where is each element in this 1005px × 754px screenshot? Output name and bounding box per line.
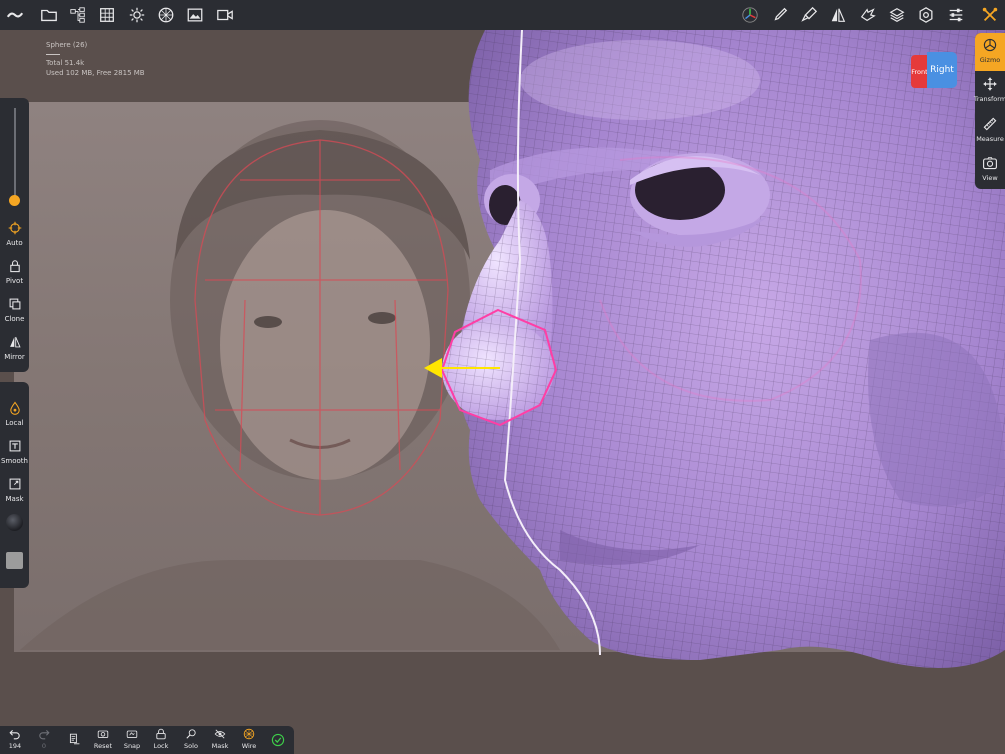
light-icon[interactable] bbox=[124, 3, 150, 27]
redo-count: 0 bbox=[41, 742, 47, 750]
solo-button[interactable]: Solo bbox=[177, 728, 205, 754]
reset-button[interactable]: Reset bbox=[89, 728, 117, 754]
tool-transform[interactable]: Transform bbox=[973, 72, 1005, 110]
undo-count: 194 bbox=[8, 742, 22, 750]
mirror-icon bbox=[9, 336, 21, 348]
wireframe-ball-icon bbox=[243, 728, 255, 740]
gizmo-icon bbox=[983, 38, 997, 52]
stats-memory: Used 102 MB, Free 2815 MB bbox=[46, 69, 145, 77]
color-swatch[interactable] bbox=[6, 552, 23, 569]
tool-clone-label: Clone bbox=[4, 315, 25, 323]
smooth-icon bbox=[9, 440, 20, 452]
bottom-toolbar: 194 0 Reset Snap Lock Solo Mask Wire bbox=[0, 726, 294, 754]
navigation-gizmo-icon[interactable] bbox=[737, 3, 763, 27]
background-icon[interactable] bbox=[182, 3, 208, 27]
camera-icon[interactable] bbox=[212, 3, 238, 27]
ruler-icon bbox=[983, 117, 997, 131]
tool-mirror-label: Mirror bbox=[4, 353, 25, 361]
check-circle-icon bbox=[271, 733, 285, 747]
redo-icon bbox=[39, 730, 50, 740]
radius-slider-knob[interactable] bbox=[9, 195, 20, 206]
camera-view-icon bbox=[983, 157, 997, 170]
layers-icon[interactable] bbox=[884, 3, 910, 27]
move-arrows-icon bbox=[983, 77, 997, 91]
lock-icon bbox=[9, 260, 20, 273]
stats-divider bbox=[46, 53, 60, 55]
tools-icon[interactable] bbox=[977, 3, 1003, 27]
snap-icon bbox=[126, 730, 138, 739]
tool-local-label: Local bbox=[5, 419, 24, 427]
mesh-stack-button[interactable] bbox=[60, 728, 88, 754]
3d-viewport[interactable]: Sphere (26) Total 51.4k Used 102 MB, Fre… bbox=[0, 30, 1005, 754]
mask-label: Mask bbox=[211, 742, 229, 750]
top-toolbar bbox=[0, 0, 1005, 30]
settings-icon[interactable] bbox=[913, 3, 939, 27]
scene-stats: Sphere (26) Total 51.4k Used 102 MB, Fre… bbox=[46, 40, 145, 79]
tool-smooth[interactable]: Smooth bbox=[0, 436, 29, 472]
tool-measure[interactable]: Measure bbox=[975, 112, 1005, 150]
hand-icon[interactable] bbox=[855, 3, 881, 27]
drop-icon bbox=[9, 401, 20, 415]
magnifier-icon bbox=[186, 729, 196, 739]
solo-label: Solo bbox=[184, 742, 198, 750]
menu-wave-icon[interactable] bbox=[2, 3, 28, 27]
tool-gizmo-label: Gizmo bbox=[979, 56, 1001, 64]
reset-label: Reset bbox=[93, 742, 113, 750]
view-cube-right[interactable]: Right bbox=[927, 52, 957, 88]
mask-button[interactable]: Mask bbox=[206, 728, 234, 754]
tool-view-label: View bbox=[982, 174, 998, 182]
left-toolbar-bottom: Local Smooth Mask bbox=[0, 382, 29, 588]
symmetry-icon[interactable] bbox=[825, 3, 851, 27]
wire-button[interactable]: Wire bbox=[235, 728, 263, 754]
material-ball[interactable] bbox=[6, 514, 23, 531]
material-icon[interactable] bbox=[153, 3, 179, 27]
tool-smooth-label: Smooth bbox=[0, 457, 28, 465]
left-toolbar-top: Auto Pivot Clone Mirror bbox=[0, 98, 29, 372]
mask-icon bbox=[9, 478, 20, 490]
snap-button[interactable]: Snap bbox=[118, 728, 146, 754]
sliders-icon[interactable] bbox=[943, 3, 969, 27]
clone-icon bbox=[9, 298, 20, 310]
tool-pivot-label: Pivot bbox=[5, 277, 24, 285]
redo-button[interactable]: 0 bbox=[30, 728, 58, 754]
tool-mirror[interactable]: Mirror bbox=[0, 332, 29, 368]
lock-label: Lock bbox=[153, 742, 169, 750]
tool-pivot[interactable]: Pivot bbox=[0, 256, 29, 292]
folder-icon[interactable] bbox=[36, 3, 62, 27]
view-cube-front[interactable]: Front bbox=[911, 55, 928, 88]
confirm-button[interactable] bbox=[264, 728, 292, 754]
scene-tree-icon[interactable] bbox=[65, 3, 91, 27]
snap-label: Snap bbox=[123, 742, 141, 750]
lock-icon bbox=[156, 728, 166, 740]
undo-icon bbox=[9, 730, 20, 740]
document-icon bbox=[69, 733, 80, 745]
tool-local[interactable]: Local bbox=[0, 398, 29, 434]
grid-icon[interactable] bbox=[94, 3, 120, 27]
paint-icon[interactable] bbox=[796, 3, 822, 27]
undo-button[interactable]: 194 bbox=[1, 728, 29, 754]
tool-view[interactable]: View bbox=[975, 151, 1005, 189]
reset-icon bbox=[97, 730, 109, 739]
tool-auto[interactable]: Auto bbox=[0, 218, 29, 254]
view-cube[interactable]: Front Right bbox=[911, 52, 957, 90]
tool-transform-label: Transform bbox=[973, 95, 1005, 103]
tool-measure-label: Measure bbox=[976, 135, 1004, 143]
tool-mask[interactable]: Mask bbox=[0, 474, 29, 510]
tool-gizmo[interactable]: Gizmo bbox=[975, 33, 1005, 71]
brush-icon[interactable] bbox=[767, 3, 793, 27]
tool-auto-label: Auto bbox=[6, 239, 23, 247]
sculpt-scene bbox=[20, 30, 1005, 668]
radius-slider-track[interactable] bbox=[14, 108, 16, 202]
wire-label: Wire bbox=[241, 742, 257, 750]
tool-clone[interactable]: Clone bbox=[0, 294, 29, 330]
crosshair-icon bbox=[8, 221, 21, 235]
eye-hidden-icon bbox=[214, 729, 226, 739]
stats-total: Total 51.4k bbox=[46, 58, 85, 67]
tool-mask-label: Mask bbox=[5, 495, 24, 503]
stats-object: Sphere (26) bbox=[46, 41, 88, 49]
lock-button[interactable]: Lock bbox=[147, 728, 175, 754]
right-toolbar: Gizmo Transform Measure View bbox=[973, 33, 1005, 189]
sculpt-mesh bbox=[442, 30, 1005, 668]
